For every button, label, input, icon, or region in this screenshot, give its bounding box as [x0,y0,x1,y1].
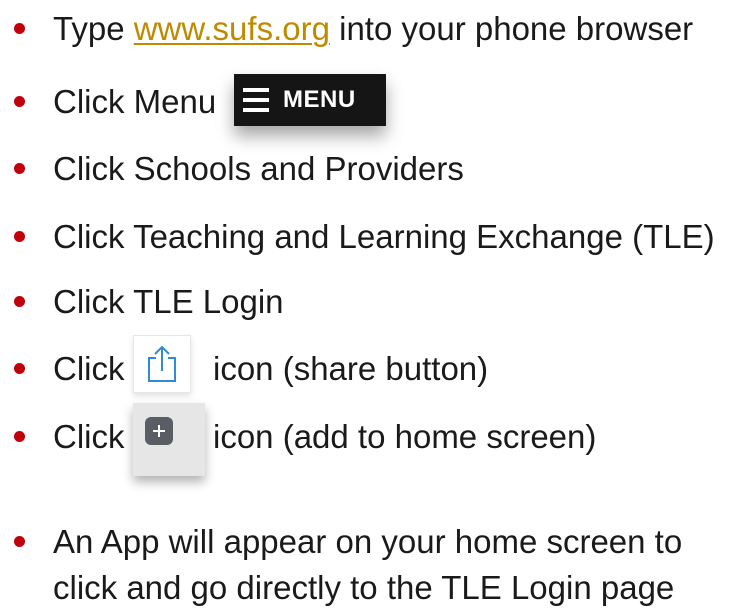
step-1-text-before: Type [53,10,134,47]
instruction-list: Type www.sufs.org into your phone browse… [0,0,742,615]
share-icon [133,335,191,393]
sufs-link[interactable]: www.sufs.org [134,10,330,47]
add-to-home-screen-icon [133,403,205,476]
step-8-line-1: An App will appear on your home screen t… [53,523,683,560]
bullet-icon [14,536,25,547]
step-6-text-after: icon (share button) [213,350,489,387]
step-8-line-2: click and go directly to the TLE Login p… [53,569,675,606]
step-4-text: Click Teaching and Learning Exchange (TL… [53,218,715,255]
step-2-text: Click Menu [53,83,217,120]
menu-button[interactable]: MENU [234,74,386,126]
step-6-text-before: Click [53,350,125,387]
bullet-icon [14,231,25,242]
step-3-text: Click Schools and Providers [53,150,464,187]
bullet-icon [14,296,25,307]
bullet-icon [14,431,25,442]
bullet-icon [14,23,25,34]
step-7-text-after: icon (add to home screen) [213,418,597,455]
plus-icon [145,417,173,445]
step-text: Type www.sufs.org into your phone browse… [53,7,693,51]
bullet-icon [14,363,25,374]
bullet-icon [14,96,25,107]
menu-button-label: MENU [283,86,356,113]
step-7-text-before: Click [53,418,125,455]
bullet-icon [14,163,25,174]
step-1-text-after: into your phone browser [329,10,694,47]
hamburger-icon [243,88,269,112]
step-5-text: Click TLE Login [53,283,284,320]
